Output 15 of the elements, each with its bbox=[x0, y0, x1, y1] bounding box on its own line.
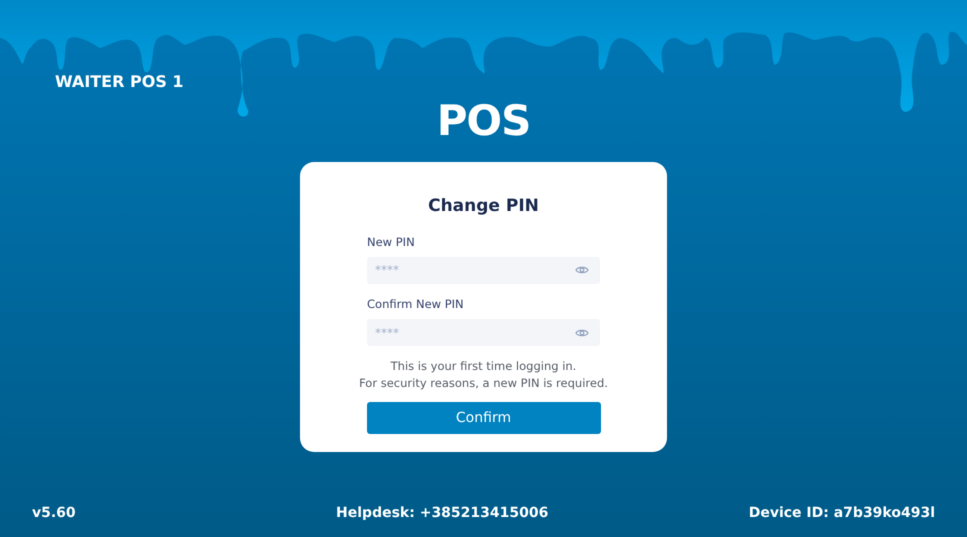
pin-input-field[interactable]: **** bbox=[367, 256, 600, 284]
logo: POS bbox=[436, 100, 530, 142]
info-message: This is your first time logging in. bbox=[390, 358, 576, 375]
field-label: New PIN bbox=[367, 234, 416, 250]
device-id-label: Device ID: a7b39ko493l bbox=[748, 504, 935, 523]
confirm-button[interactable]: Confirm bbox=[366, 402, 600, 434]
eye-icon[interactable] bbox=[575, 265, 589, 276]
terminal-name: WAITER POS 1 bbox=[55, 72, 184, 91]
helpdesk-label: Helpdesk: +385213415006 bbox=[336, 504, 548, 523]
version-label: v5.60 bbox=[32, 504, 76, 523]
info-message: For security reasons, a new PIN is required. bbox=[359, 375, 608, 392]
field-label: Confirm New PIN bbox=[367, 296, 465, 313]
dialog-title: Change PIN bbox=[428, 195, 539, 218]
eye-icon[interactable] bbox=[575, 328, 589, 338]
pin-input-field[interactable]: **** bbox=[367, 319, 600, 346]
